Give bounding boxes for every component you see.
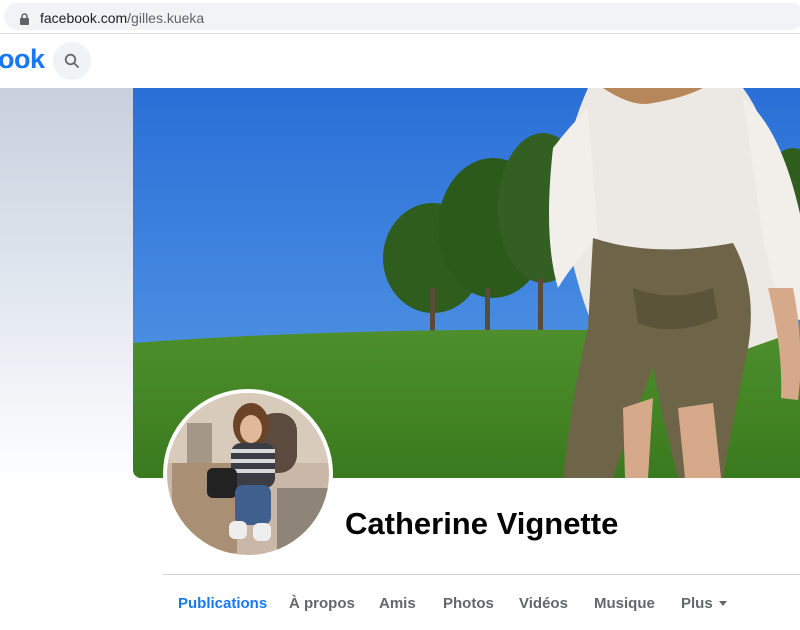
url-text: facebook.com/gilles.kueka [40, 10, 204, 26]
tab-photos[interactable]: Photos [443, 576, 494, 630]
tab-publications[interactable]: Publications [178, 576, 267, 630]
url-field[interactable]: facebook.com/gilles.kueka [4, 3, 800, 30]
search-button[interactable] [53, 42, 91, 80]
lock-icon [20, 13, 29, 25]
tab-a-propos[interactable]: À propos [289, 576, 355, 630]
profile-picture[interactable] [163, 389, 333, 559]
url-path: /gilles.kueka [127, 10, 205, 26]
tab-plus-label: Plus [681, 594, 713, 612]
tab-videos[interactable]: Vidéos [519, 576, 568, 630]
caret-down-icon [718, 600, 727, 606]
tab-amis[interactable]: Amis [379, 576, 416, 630]
tab-musique[interactable]: Musique [594, 576, 655, 630]
url-domain: facebook.com [40, 10, 128, 26]
tab-plus[interactable]: Plus [681, 576, 727, 630]
profile-photo [167, 393, 329, 555]
search-icon [64, 53, 79, 68]
left-panel-background [0, 88, 133, 488]
profile-divider [163, 574, 800, 575]
facebook-logo[interactable]: ook [0, 44, 45, 75]
profile-tabs: Publications À propos Amis Photos Vidéos… [163, 576, 800, 630]
profile-name: Catherine Vignette [345, 506, 619, 541]
browser-address-bar: facebook.com/gilles.kueka [0, 0, 800, 33]
facebook-header: ook [0, 34, 800, 89]
